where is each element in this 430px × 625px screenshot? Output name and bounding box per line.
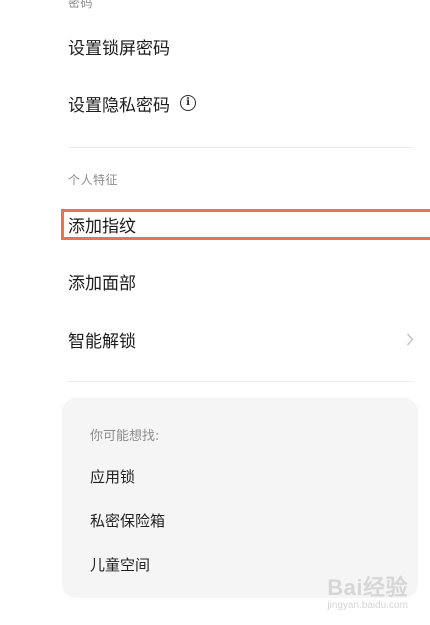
smart-unlock-label: 智能解锁 <box>68 331 136 352</box>
add-face-item[interactable]: 添加面部 <box>0 257 430 305</box>
smart-unlock-item[interactable]: 智能解锁 <box>0 315 430 363</box>
divider <box>68 147 414 148</box>
suggestion-private-safe[interactable]: 私密保险箱 <box>90 510 165 531</box>
set-privacy-password-label: 设置隐私密码 <box>68 95 170 116</box>
watermark-url: jingyan.baidu.com <box>327 600 408 611</box>
chevron-right-icon <box>406 333 414 346</box>
info-icon[interactable]: i <box>180 95 196 111</box>
add-fingerprint-item[interactable]: 添加指纹 <box>0 200 430 248</box>
suggestion-app-lock[interactable]: 应用锁 <box>90 466 135 487</box>
add-face-label: 添加面部 <box>68 273 136 294</box>
set-privacy-password-item[interactable]: 设置隐私密码 i <box>0 79 430 127</box>
watermark-brand: Bai经验 <box>327 575 408 600</box>
suggestion-kids-space[interactable]: 儿童空间 <box>90 554 150 575</box>
set-lock-screen-password-item[interactable]: 设置锁屏密码 <box>0 22 430 70</box>
divider <box>68 381 414 382</box>
baidu-jingyan-watermark: Bai经验 jingyan.baidu.com <box>327 570 408 611</box>
section-header-personal-features: 个人特征 <box>68 173 119 187</box>
suggestions-title: 你可能想找: <box>90 429 160 444</box>
set-lock-screen-password-label: 设置锁屏密码 <box>68 38 170 59</box>
section-header-password: 密码 <box>68 0 94 10</box>
add-fingerprint-label: 添加指纹 <box>68 216 136 237</box>
